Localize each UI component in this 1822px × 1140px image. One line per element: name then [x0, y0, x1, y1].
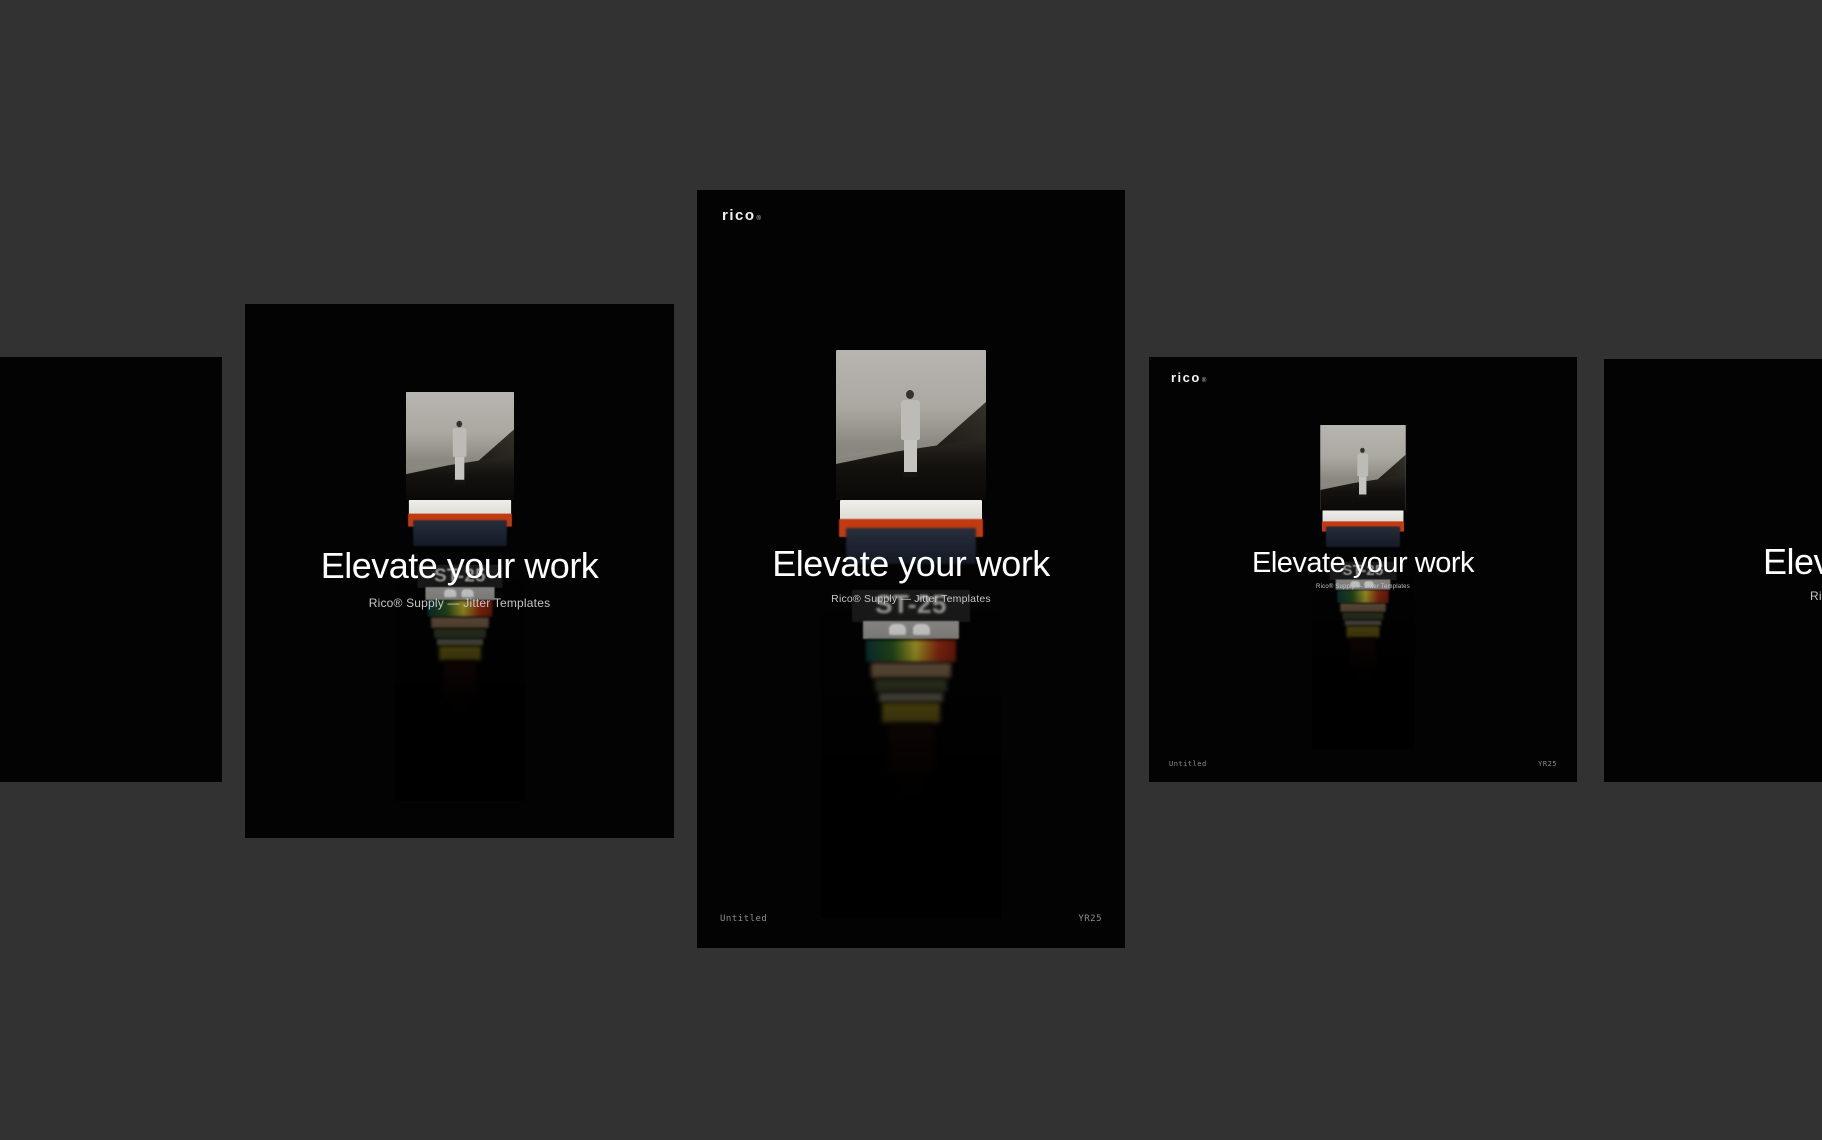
person-figure — [1356, 448, 1370, 500]
yellow-card — [1346, 626, 1379, 637]
footer-project-name: Untitled — [1169, 760, 1207, 768]
carousel-slide-1[interactable] — [0, 357, 222, 782]
beach-photo — [1320, 425, 1406, 511]
rico-logo-text: rico — [1171, 370, 1201, 385]
person-legs — [1359, 476, 1366, 494]
person-legs — [904, 440, 917, 472]
registered-mark-icon: ® — [757, 216, 761, 222]
person-suit — [452, 428, 466, 457]
rico-logo-text: rico — [722, 207, 756, 224]
rico-logo: rico® — [722, 208, 761, 223]
footer-project-name: Untitled — [720, 914, 767, 924]
poster-footer: Untitled YR25 — [697, 914, 1125, 924]
sneaker-left — [889, 624, 906, 635]
yellow-card — [439, 646, 481, 660]
multicolor-card — [866, 640, 956, 662]
carousel-slide-4[interactable]: rico® ST-25 — [1149, 357, 1577, 782]
person-suit — [1357, 454, 1368, 477]
poster-subtitle: Rico® Supply — Jitter Templates — [697, 594, 1125, 605]
poster-title: Elevate your work — [1763, 544, 1822, 580]
multicolor-card — [1337, 590, 1388, 603]
registered-mark-icon: ® — [1202, 378, 1206, 384]
poster-footer: Untitled YR25 — [1149, 760, 1577, 768]
person-shoes — [1358, 495, 1367, 498]
fadeout-card — [894, 774, 928, 834]
footer-year-code: YR25 — [1078, 914, 1102, 924]
cream-card — [1345, 621, 1381, 626]
beach-photo — [836, 350, 986, 500]
cream-card — [436, 639, 482, 645]
poster-stack: ST-25 — [406, 392, 514, 795]
olive-card — [1342, 613, 1383, 620]
footer-year-code: YR25 — [1538, 760, 1557, 768]
person-head — [456, 421, 462, 427]
yellow-card — [882, 703, 940, 723]
navy-card — [1326, 526, 1400, 547]
carousel-canvas: ST-25 Elevate your work Rico® Supply — J… — [0, 0, 1822, 1140]
navy-card — [413, 520, 507, 546]
sneaker-right — [913, 624, 930, 635]
poster-title: Elevate your work — [697, 546, 1125, 582]
white-strip-card — [840, 500, 982, 520]
sneaker-card — [863, 621, 959, 639]
white-strip-card — [408, 500, 510, 514]
tan-card — [1340, 603, 1386, 612]
maroon-card — [1350, 638, 1376, 667]
fadeout-card — [1353, 667, 1372, 701]
poster-subtitle: Rico® Supply — Jitter Templates — [1149, 584, 1577, 590]
maroon-card — [443, 661, 476, 697]
person-suit — [901, 400, 920, 440]
poster-title: Elevate your work — [245, 548, 674, 584]
poster-subtitle: Rico® Supply — Jitter Templates — [245, 597, 674, 609]
carousel-slide-2[interactable]: ST-25 Elevate your work Rico® Supply — J… — [245, 304, 674, 838]
tan-card — [871, 663, 951, 678]
poster-stack: ST-25 — [836, 350, 986, 910]
carousel-slide-5[interactable]: Elevate your work Rico® Supply — Jitter … — [1604, 359, 1822, 782]
person-shoes — [903, 472, 918, 477]
person-legs — [454, 457, 463, 480]
beach-photo — [406, 392, 514, 500]
person-head — [1360, 448, 1365, 453]
person-head — [906, 390, 914, 399]
carousel-slide-3[interactable]: rico® ST-25 — [697, 190, 1125, 948]
tan-card — [431, 617, 489, 628]
maroon-card — [888, 724, 934, 774]
rico-logo: rico® — [1171, 371, 1206, 384]
poster-subtitle: Rico® Supply — Jitter Templates — [1810, 590, 1822, 602]
fadeout-card — [447, 697, 471, 740]
person-figure — [450, 421, 467, 487]
person-shoes — [453, 480, 464, 484]
olive-card — [434, 629, 486, 638]
white-strip-card — [1323, 511, 1404, 522]
poster-title: Elevate your work — [1149, 549, 1577, 578]
cream-card — [879, 693, 943, 702]
olive-card — [875, 679, 947, 692]
person-figure — [898, 390, 922, 482]
